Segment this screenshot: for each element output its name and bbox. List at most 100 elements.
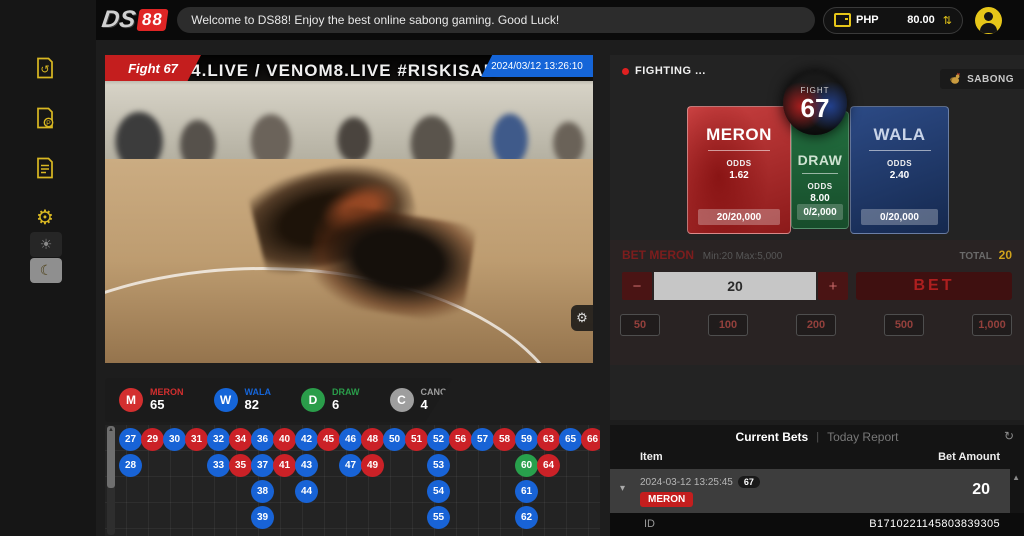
draw-title: DRAW	[792, 152, 848, 168]
history-circle: 51	[405, 428, 428, 451]
history-circle: 27	[119, 428, 142, 451]
stat-letter-badge: D	[301, 388, 325, 412]
history-circle: 56	[449, 428, 472, 451]
column-item: Item	[640, 451, 663, 463]
settings-gear-icon[interactable]: ⚙	[30, 204, 60, 232]
betting-panel: FIGHTING ... SABONG FIGHT 67 MERON ODDS …	[610, 55, 1024, 420]
history-circle: 54	[427, 480, 450, 503]
chip-50[interactable]: 50	[620, 314, 660, 336]
tab-current-bets[interactable]: Current Bets	[736, 430, 809, 444]
history-circle: 46	[339, 428, 362, 451]
history-circle: 32	[207, 428, 230, 451]
tab-today-report[interactable]: Today Report	[827, 430, 898, 444]
history-circle: 66	[581, 428, 600, 451]
history-circle: 31	[185, 428, 208, 451]
bet-row[interactable]: ▾ 2024-03-12 13:25:4567 MERON 20	[610, 469, 1010, 513]
bet-id-row: ID B1710221145803839305	[610, 513, 1024, 536]
total-label: TOTAL	[959, 251, 991, 262]
tab-separator: |	[816, 431, 819, 443]
bets-tabs: Current Bets | Today Report ↻	[610, 425, 1024, 449]
wallet-icon	[834, 13, 851, 27]
dark-mode-icon[interactable]: ☾	[30, 258, 62, 283]
history-circle: 61	[515, 480, 538, 503]
history-circle: 58	[493, 428, 516, 451]
wala-bet-card[interactable]: WALA ODDS 2.40 0/20,000	[850, 106, 949, 234]
bet-side-label: BET MERON	[622, 248, 694, 262]
history-circle: 63	[537, 428, 560, 451]
stat-letter-badge: W	[214, 388, 238, 412]
svg-text:P: P	[46, 120, 51, 127]
live-dot-icon	[622, 68, 629, 75]
chip-100[interactable]: 100	[708, 314, 748, 336]
chevron-down-icon[interactable]: ▾	[620, 483, 625, 494]
bet-amount-input[interactable]	[654, 272, 816, 300]
wallet-pill[interactable]: PHP 80.00 ⇅	[823, 7, 963, 34]
history-circle: 47	[339, 454, 362, 477]
fight-status: FIGHTING ...	[622, 65, 706, 77]
history-circle: 53	[427, 454, 450, 477]
history-scrollbar[interactable]: ▲	[107, 426, 115, 535]
ds88-logo[interactable]: DS 88	[102, 6, 167, 34]
amount-plus-button[interactable]: +	[818, 272, 848, 300]
history-circle: 37	[251, 454, 274, 477]
meron-pool-amount: 20/20,000	[698, 209, 780, 225]
fight-number-circle: FIGHT 67	[783, 71, 847, 135]
history-circle: 57	[471, 428, 494, 451]
history-circle: 40	[273, 428, 296, 451]
bet-button[interactable]: BET	[856, 272, 1012, 300]
wallet-currency: PHP	[856, 14, 879, 26]
history-circle: 48	[361, 428, 384, 451]
stat-meron: MMERON65	[119, 387, 184, 412]
logo-88-text: 88	[137, 9, 169, 31]
chip-500[interactable]: 500	[884, 314, 924, 336]
history-circle: 39	[251, 506, 274, 529]
history-circle: 33	[207, 454, 230, 477]
history-circle: 36	[251, 428, 274, 451]
history-circle: 59	[515, 428, 538, 451]
history-circle: 44	[295, 480, 318, 503]
arena-wall	[105, 81, 593, 165]
video-settings-icon[interactable]: ⚙	[571, 305, 593, 331]
rooster-icon	[948, 72, 962, 86]
meron-odds-label: ODDS	[688, 159, 790, 168]
stat-draw: DDRAW6	[301, 387, 360, 412]
chip-1000[interactable]: 1,000	[972, 314, 1012, 336]
amount-minus-button[interactable]: −	[622, 272, 652, 300]
bet-row-time: 2024-03-12 13:25:4567	[640, 476, 760, 488]
fight-status-text: FIGHTING ...	[635, 65, 706, 77]
wala-title: WALA	[851, 125, 948, 145]
left-rail: ↺ P ⚙ ☀ ☾	[0, 0, 96, 536]
wallet-balance: 80.00	[907, 14, 935, 26]
history-circle: 35	[229, 454, 252, 477]
chip-200[interactable]: 200	[796, 314, 836, 336]
current-bets-panel: Current Bets | Today Report ↻ Item Bet A…	[610, 425, 1024, 536]
stat-value: 6	[332, 398, 360, 413]
bet-id-value: B1710221145803839305	[869, 518, 1000, 530]
bets-refresh-icon[interactable]: ↻	[1004, 429, 1014, 443]
reports-icon[interactable]	[30, 154, 60, 182]
stat-letter-badge: C	[390, 388, 414, 412]
user-avatar[interactable]	[975, 7, 1002, 34]
live-video[interactable]: UCUP4.LIVE / VENOM8.LIVE #RISKISAN Fight…	[105, 55, 593, 363]
wala-pool-amount: 0/20,000	[861, 209, 938, 225]
svg-text:↺: ↺	[40, 64, 49, 76]
bet-row-amount: 20	[972, 481, 990, 499]
history-circle: 62	[515, 506, 538, 529]
meron-title: MERON	[688, 125, 790, 145]
history-circle: 29	[141, 428, 164, 451]
bets-column-headers: Item Bet Amount	[610, 449, 1024, 469]
bet-records-icon[interactable]: P	[30, 104, 60, 132]
bet-limits: Min:20 Max:5,000	[703, 251, 783, 262]
bet-history-icon[interactable]: ↺	[30, 54, 60, 82]
balance-refresh-icon[interactable]: ⇅	[943, 14, 952, 27]
history-circle: 65	[559, 428, 582, 451]
meron-bet-card[interactable]: MERON ODDS 1.62 20/20,000	[687, 106, 791, 234]
logo-ds-text: DS	[100, 6, 137, 34]
history-circle: 34	[229, 428, 252, 451]
stat-value: 65	[150, 398, 184, 413]
bets-scroll-up-icon[interactable]: ▲	[1012, 473, 1020, 482]
result-counters: MMERON65WWALA82DDRAW6CCANCEL4	[105, 378, 453, 422]
light-mode-icon[interactable]: ☀	[30, 232, 62, 257]
wala-odds-label: ODDS	[851, 159, 948, 168]
history-circle: 38	[251, 480, 274, 503]
